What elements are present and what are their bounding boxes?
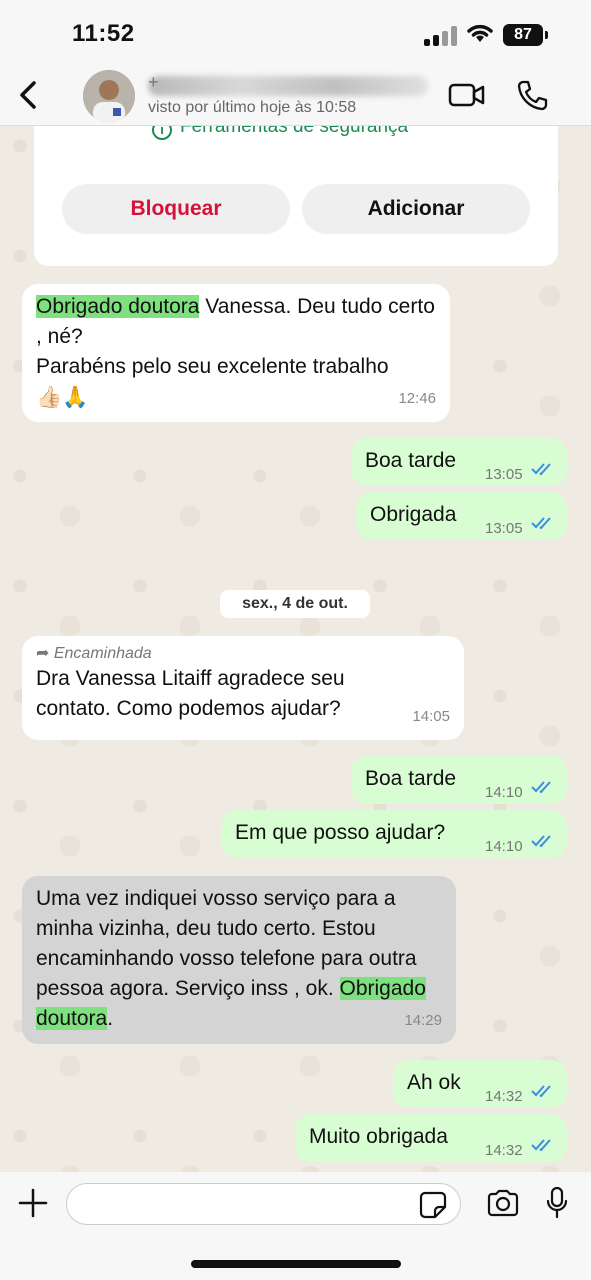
emoji-reaction: 👍🏻🙏 xyxy=(36,385,89,409)
message-bubble-outgoing[interactable]: Boa tarde 13:05 xyxy=(351,438,567,486)
video-call-icon[interactable] xyxy=(448,81,486,109)
message-text: Boa tarde xyxy=(365,449,457,472)
voice-call-icon[interactable] xyxy=(516,79,548,111)
microphone-icon[interactable] xyxy=(545,1186,569,1220)
read-receipt-icon xyxy=(531,1139,551,1152)
forward-icon: ➦ xyxy=(36,645,50,662)
read-receipt-icon xyxy=(531,835,551,848)
message-bubble-incoming-selected[interactable]: Uma vez indiquei vosso serviço para a mi… xyxy=(22,876,456,1044)
message-time: 12:46 xyxy=(398,390,436,407)
back-chevron-icon[interactable] xyxy=(14,78,44,112)
message-time: 13:05 xyxy=(485,466,523,483)
message-bubble-outgoing[interactable]: Ah ok 14:32 xyxy=(393,1060,567,1108)
message-time: 14:10 xyxy=(485,838,523,855)
status-time: 11:52 xyxy=(72,20,135,47)
last-seen-status: visto por último hoje às 10:58 xyxy=(148,99,357,116)
forwarded-label: Encaminhada xyxy=(53,645,152,662)
message-bubble-outgoing[interactable]: Muito obrigada 14:32 xyxy=(295,1114,567,1162)
message-text: Boa tarde xyxy=(365,767,457,790)
message-time: 14:32 xyxy=(485,1142,523,1159)
message-time: 14:10 xyxy=(485,784,523,801)
block-button[interactable]: Bloquear xyxy=(62,184,290,234)
contact-name-redacted[interactable] xyxy=(148,76,428,96)
highlighted-text: Obrigado doutora xyxy=(36,295,200,318)
contact-name: + xyxy=(148,72,159,92)
cellular-signal-icon xyxy=(424,26,458,46)
message-bubble-outgoing[interactable]: Em que posso ajudar? 14:10 xyxy=(221,810,567,858)
plus-icon[interactable] xyxy=(18,1188,48,1218)
message-time: 14:32 xyxy=(485,1088,523,1105)
message-text: Obrigada xyxy=(370,503,457,526)
message-bubble-incoming[interactable]: Obrigado doutora Vanessa. Deu tudo certo… xyxy=(22,284,450,422)
add-contact-button[interactable]: Adicionar xyxy=(302,184,530,234)
read-receipt-icon xyxy=(531,781,551,794)
read-receipt-icon xyxy=(531,463,551,476)
message-input[interactable] xyxy=(66,1183,461,1225)
home-indicator[interactable] xyxy=(191,1260,401,1268)
message-text: Dra Vanessa Litaiff agradece seu contato… xyxy=(36,667,345,720)
message-text: Parabéns pelo seu excelente trabalho xyxy=(36,355,389,378)
avatar[interactable] xyxy=(83,70,135,122)
message-time: 14:05 xyxy=(412,708,450,725)
message-bubble-outgoing[interactable]: Boa tarde 14:10 xyxy=(351,756,567,804)
message-text: Em que posso ajudar? xyxy=(235,821,446,844)
message-time: 14:29 xyxy=(404,1012,442,1029)
composer-bar xyxy=(0,1172,591,1280)
message-text: Ah ok xyxy=(407,1071,461,1094)
wifi-icon xyxy=(467,24,493,42)
message-text: Muito obrigada xyxy=(309,1125,448,1148)
read-receipt-icon xyxy=(531,1085,551,1098)
camera-icon[interactable] xyxy=(486,1189,520,1217)
chat-header: + visto por último hoje às 10:58 xyxy=(0,66,591,126)
read-receipt-icon xyxy=(531,517,551,530)
message-time: 13:05 xyxy=(485,520,523,537)
sticker-icon[interactable] xyxy=(419,1191,447,1219)
battery-indicator: 87 xyxy=(503,24,548,46)
message-bubble-incoming[interactable]: ➦ Encaminhada Dra Vanessa Litaiff agrade… xyxy=(22,636,464,740)
status-bar: 11:52 87 xyxy=(0,0,591,66)
date-separator: sex., 4 de out. xyxy=(220,590,370,618)
message-bubble-outgoing[interactable]: Obrigada 13:05 xyxy=(356,492,567,540)
